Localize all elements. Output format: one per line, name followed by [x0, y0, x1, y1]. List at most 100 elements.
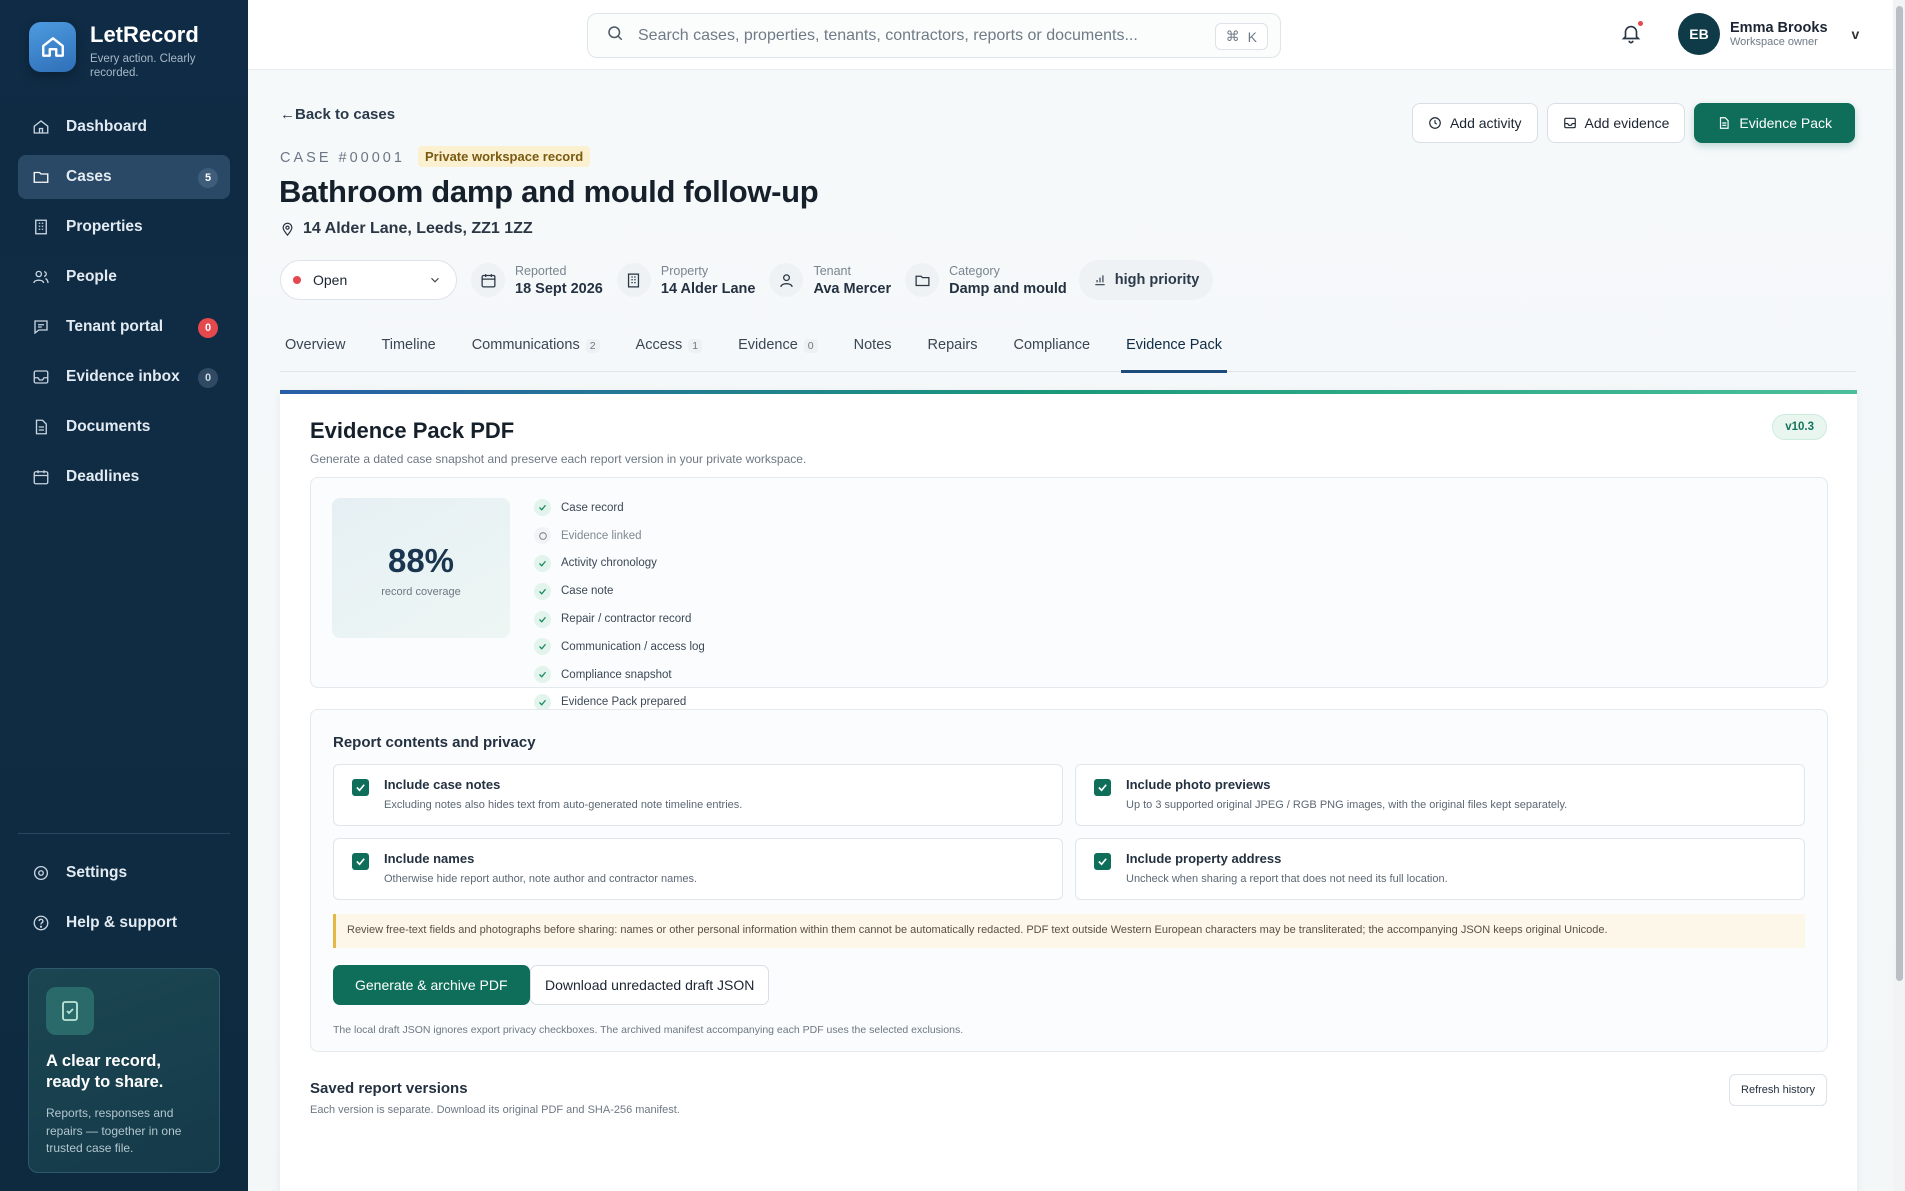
evidence-pack-button[interactable]: Evidence Pack — [1694, 103, 1855, 143]
sidebar-item-tenant-portal[interactable]: Tenant portal 0 — [18, 305, 230, 349]
sidebar-item-label: Evidence inbox — [66, 368, 180, 385]
back-to-cases-link[interactable]: ←Back to cases — [280, 106, 395, 123]
tab-notes[interactable]: Notes — [849, 330, 897, 372]
search-input[interactable] — [638, 26, 1198, 45]
sidebar-item-label: Cases — [66, 168, 112, 185]
sidebar-item-people[interactable]: People — [18, 255, 230, 299]
map-pin-icon — [282, 222, 293, 236]
sidebar-item-evidence-inbox[interactable]: Evidence inbox 0 — [18, 355, 230, 399]
global-search[interactable]: ⌘ K — [587, 13, 1281, 58]
sidebar-item-properties[interactable]: Properties — [18, 205, 230, 249]
page-scrollbar[interactable] — [1893, 0, 1905, 1191]
help-icon — [32, 914, 50, 932]
download-draft-json-button[interactable]: Download unredacted draft JSON — [530, 965, 770, 1005]
address-text: 14 Alder Lane, Leeds, ZZ1 1ZZ — [303, 220, 533, 237]
sidebar-item-settings[interactable]: Settings — [18, 851, 230, 895]
status-select[interactable]: Open — [280, 260, 457, 300]
sidebar-item-cases[interactable]: Cases 5 — [18, 155, 230, 199]
tab-evidence[interactable]: Evidence 0 — [733, 330, 823, 372]
sidebar-item-help[interactable]: Help & support — [18, 901, 230, 945]
notebook-check-icon — [46, 987, 94, 1035]
message-icon — [32, 318, 50, 336]
calendar-icon — [471, 263, 505, 297]
main-content: ←Back to cases Add activity Add evidence… — [248, 70, 1893, 1191]
inbox-icon — [1563, 117, 1576, 129]
calendar-icon — [32, 468, 50, 486]
add-evidence-button[interactable]: Add evidence — [1546, 103, 1686, 143]
sidebar-item-label: Tenant portal — [66, 318, 164, 335]
checkbox-photo-previews[interactable] — [1094, 779, 1111, 796]
status-badge: Private workspace record — [418, 146, 591, 167]
meta-label: Reported — [515, 263, 567, 278]
option-desc: Excluding notes also hides text from aut… — [384, 799, 743, 811]
meta-label: Tenant — [813, 263, 851, 278]
tab-compliance[interactable]: Compliance — [1009, 330, 1096, 372]
tab-repairs[interactable]: Repairs — [923, 330, 983, 372]
option-desc: Uncheck when sharing a report that does … — [1126, 873, 1448, 885]
topbar: ⌘ K EB Emma Brooks Workspace owner v — [248, 0, 1893, 70]
sidebar-item-label: Settings — [66, 864, 128, 881]
checklist-label: Evidence Pack prepared — [561, 696, 687, 709]
sidebar-item-dashboard[interactable]: Dashboard — [18, 105, 230, 149]
user-icon — [769, 263, 804, 297]
option-title: Include photo previews — [1126, 777, 1271, 792]
option-title: Include property address — [1126, 851, 1282, 866]
sidebar-item-label: Properties — [66, 218, 143, 235]
tab-access[interactable]: Access 1 — [631, 330, 708, 372]
tab-count: 1 — [688, 339, 703, 353]
checkbox-property-address[interactable] — [1094, 853, 1111, 870]
checkbox-names[interactable] — [352, 853, 369, 870]
sidebar-item-deadlines[interactable]: Deadlines — [18, 455, 230, 499]
building-icon — [32, 218, 50, 236]
meta-tenant[interactable]: Tenant Ava Mercer — [769, 263, 891, 297]
tab-label: Timeline — [381, 337, 436, 353]
notification-dot — [1638, 21, 1643, 26]
check-icon — [534, 499, 551, 517]
brand[interactable]: LetRecord Every action. Clearly recorded… — [29, 22, 210, 80]
status-value: Open — [313, 272, 348, 288]
notifications-button[interactable] — [1620, 21, 1644, 46]
tab-communications[interactable]: Communications 2 — [467, 330, 605, 372]
tab-timeline[interactable]: Timeline — [376, 330, 440, 372]
user-menu[interactable]: EB Emma Brooks Workspace owner v — [1678, 13, 1859, 55]
main-nav: Dashboard Cases 5 Properties People Tena… — [18, 105, 230, 505]
users-icon — [32, 268, 50, 286]
tab-label: Repairs — [927, 337, 978, 353]
meta-label: Category — [949, 263, 1000, 278]
add-activity-button[interactable]: Add activity — [1411, 103, 1538, 143]
evidence-inbox-count-badge: 0 — [198, 368, 218, 388]
checklist-label: Repair / contractor record — [561, 613, 692, 626]
page-title: Bathroom damp and mould follow-up — [279, 174, 819, 209]
sidebar-item-documents[interactable]: Documents — [18, 405, 230, 449]
checkbox-case-notes[interactable] — [352, 779, 369, 796]
tab-label: Compliance — [1013, 337, 1091, 353]
list-item: Communication / access log — [534, 633, 705, 661]
search-shortcut-hint: ⌘ K — [1214, 23, 1268, 50]
tab-label: Evidence Pack — [1126, 337, 1222, 353]
user-role: Workspace owner — [1730, 36, 1818, 48]
scrollbar-thumb[interactable] — [1896, 6, 1903, 981]
option-include-names[interactable]: Include names Otherwise hide report auth… — [333, 838, 1063, 900]
meta-property[interactable]: Property 14 Alder Lane — [616, 263, 755, 297]
generate-archive-pdf-button[interactable]: Generate & archive PDF — [333, 965, 530, 1005]
list-item: Activity chronology — [534, 550, 705, 578]
option-desc: Up to 3 supported original JPEG / RGB PN… — [1126, 799, 1568, 811]
check-icon — [1098, 784, 1107, 792]
tab-label: Communications — [471, 337, 580, 353]
secondary-nav: Settings Help & support — [18, 851, 230, 951]
meta-label: Property — [660, 263, 709, 278]
tab-overview[interactable]: Overview — [280, 330, 350, 372]
circle-icon — [534, 527, 551, 545]
house-logo-icon — [29, 22, 76, 72]
tab-evidence-pack[interactable]: Evidence Pack — [1121, 330, 1227, 373]
option-include-property-address[interactable]: Include property address Uncheck when sh… — [1075, 838, 1805, 900]
back-label: Back to cases — [295, 106, 396, 123]
coverage-percent: 88% — [387, 542, 455, 579]
privacy-warning: Review free-text fields and photographs … — [333, 914, 1805, 948]
promo-card: A clear record, ready to share. Reports,… — [28, 968, 220, 1173]
option-include-photo-previews[interactable]: Include photo previews Up to 3 supported… — [1075, 764, 1805, 826]
refresh-history-button[interactable]: Refresh history — [1729, 1074, 1827, 1106]
card-accent-bar — [280, 390, 1857, 394]
option-include-case-notes[interactable]: Include case notes Excluding notes also … — [333, 764, 1063, 826]
card-subtitle: Generate a dated case snapshot and prese… — [310, 452, 807, 466]
